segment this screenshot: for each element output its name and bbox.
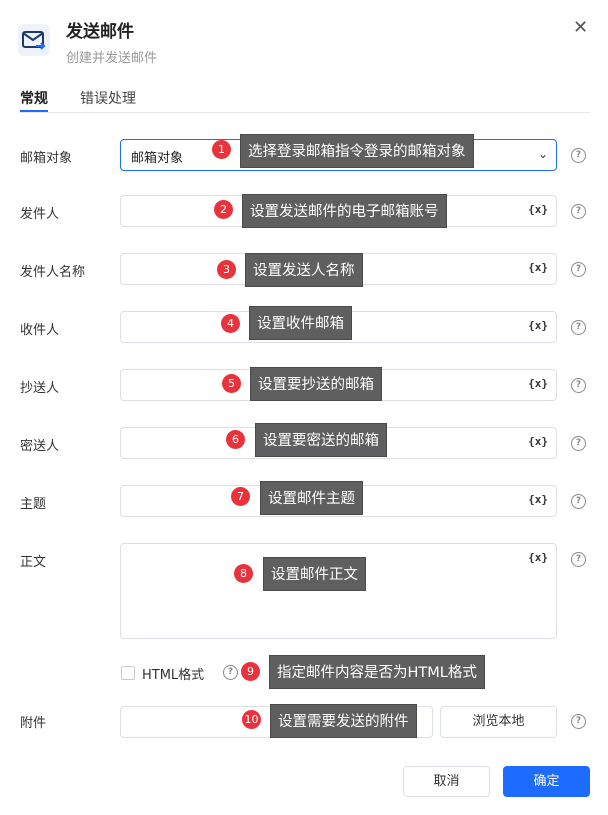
confirm-button[interactable]: 确定 xyxy=(503,766,590,797)
dialog-subtitle: 创建并发送邮件 xyxy=(66,51,158,66)
tab-general[interactable]: 常规 xyxy=(20,88,48,108)
tab-error-handling[interactable]: 错误处理 xyxy=(80,88,136,108)
annotation-badge: 1 xyxy=(212,140,231,159)
subject-label: 主题 xyxy=(20,497,47,512)
annotation-tooltip: 设置收件邮箱 xyxy=(249,306,352,340)
annotation-tooltip: 设置邮件主题 xyxy=(260,481,363,515)
attachment-label: 附件 xyxy=(20,716,47,731)
annotation-tooltip: 选择登录邮箱指令登录的邮箱对象 xyxy=(240,134,474,168)
variable-icon[interactable]: {x} xyxy=(528,377,548,390)
annotation-badge: 9 xyxy=(241,662,260,681)
html-format-label: HTML格式 xyxy=(142,668,205,683)
sender-label: 发件人 xyxy=(20,207,60,222)
annotation-badge: 2 xyxy=(214,200,233,219)
annotation-badge: 10 xyxy=(242,710,261,729)
recipient-help-icon[interactable]: ? xyxy=(571,320,586,335)
annotation-tooltip: 设置发送邮件的电子邮箱账号 xyxy=(242,194,447,228)
chevron-down-icon[interactable]: ⌄ xyxy=(538,147,548,161)
annotation-tooltip: 设置要密送的邮箱 xyxy=(255,423,387,457)
recipient-label: 收件人 xyxy=(20,323,60,338)
body-help-icon[interactable]: ? xyxy=(571,552,586,567)
variable-icon[interactable]: {x} xyxy=(528,261,548,274)
annotation-badge: 4 xyxy=(221,314,240,333)
html-format-help-icon[interactable]: ? xyxy=(223,665,238,680)
body-label: 正文 xyxy=(20,555,47,570)
mail-send-icon xyxy=(18,24,50,56)
annotation-badge: 5 xyxy=(222,374,241,393)
sender-name-help-icon[interactable]: ? xyxy=(571,262,586,277)
variable-icon[interactable]: {x} xyxy=(528,551,548,564)
annotation-tooltip: 设置需要发送的附件 xyxy=(270,704,417,738)
annotation-tooltip: 设置要抄送的邮箱 xyxy=(250,367,382,401)
browse-local-button[interactable]: 浏览本地 xyxy=(440,706,557,738)
mailbox-selected-value: 邮箱对象 xyxy=(131,151,184,166)
annotation-badge: 8 xyxy=(234,564,253,583)
html-format-checkbox[interactable] xyxy=(121,666,135,680)
annotation-badge: 3 xyxy=(217,260,236,279)
bcc-label: 密送人 xyxy=(20,439,60,454)
bcc-help-icon[interactable]: ? xyxy=(571,436,586,451)
annotation-tooltip: 设置发送人名称 xyxy=(245,253,363,287)
close-icon[interactable]: ✕ xyxy=(573,17,588,38)
subject-help-icon[interactable]: ? xyxy=(571,494,586,509)
attachment-help-icon[interactable]: ? xyxy=(571,714,586,729)
cancel-button[interactable]: 取消 xyxy=(403,766,490,797)
sender-name-label: 发件人名称 xyxy=(20,265,86,280)
cc-label: 抄送人 xyxy=(20,381,60,396)
dialog-title: 发送邮件 xyxy=(66,22,134,42)
variable-icon[interactable]: {x} xyxy=(528,435,548,448)
mailbox-help-icon[interactable]: ? xyxy=(571,148,586,163)
mailbox-label: 邮箱对象 xyxy=(20,151,73,166)
tab-divider xyxy=(20,112,590,113)
annotation-badge: 7 xyxy=(231,487,250,506)
variable-icon[interactable]: {x} xyxy=(528,203,548,216)
variable-icon[interactable]: {x} xyxy=(528,493,548,506)
variable-icon[interactable]: {x} xyxy=(528,319,548,332)
cc-help-icon[interactable]: ? xyxy=(571,378,586,393)
annotation-tooltip: 设置邮件正文 xyxy=(263,557,366,591)
annotation-tooltip: 指定邮件内容是否为HTML格式 xyxy=(269,655,485,689)
annotation-badge: 6 xyxy=(226,430,245,449)
sender-help-icon[interactable]: ? xyxy=(571,204,586,219)
